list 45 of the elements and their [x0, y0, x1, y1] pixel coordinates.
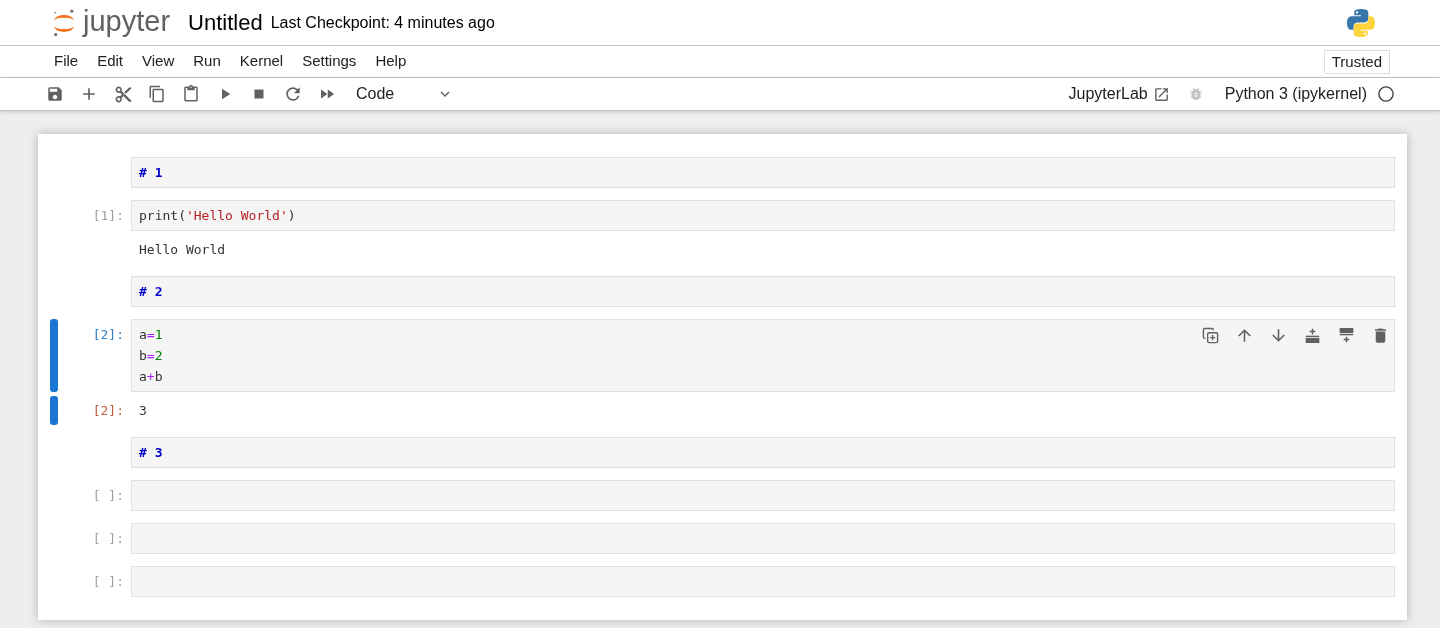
code-input[interactable] [131, 480, 1395, 511]
input-prompt: [ ]: [92, 530, 124, 548]
python-logo-icon [1347, 8, 1375, 37]
markdown-editor[interactable]: # 1 [131, 157, 1395, 188]
code-line: a=1 [139, 326, 163, 344]
menu-item[interactable]: Edit [89, 47, 132, 76]
code-line: a+b [139, 368, 163, 386]
menu-item[interactable]: Settings [294, 47, 365, 76]
copy-icon [148, 85, 166, 103]
cell-type-dropdown[interactable]: Code [348, 81, 460, 107]
code-line: print('Hello World') [139, 207, 296, 225]
markdown-editor[interactable]: # 2 [131, 276, 1395, 307]
code-editor[interactable]: print('Hello World') [131, 200, 1395, 231]
input-prompt: [ ]: [92, 487, 124, 505]
menu-item[interactable]: Kernel [231, 47, 292, 76]
input-prompt: [1]: [92, 207, 124, 225]
input-prompt: [ ]: [92, 573, 124, 591]
markdown-editor[interactable]: # 3 [131, 437, 1395, 468]
clipboard-icon [182, 85, 200, 103]
insert-below-icon [1338, 327, 1354, 343]
output-text: 3 [139, 402, 147, 420]
notebook-title[interactable]: Untitled [188, 8, 263, 37]
kernel-name[interactable]: Python 3 (ipykernel) [1224, 82, 1367, 106]
copy-plus-icon [1201, 326, 1219, 344]
input-prompt: [2]: [92, 326, 124, 344]
output-text: Hello World [139, 241, 226, 259]
menu-item[interactable]: Run [185, 47, 229, 76]
logo-icon [52, 8, 76, 37]
external-link-icon [1152, 85, 1170, 103]
open-in-jupyterlab-link[interactable]: JupyterLab [1068, 82, 1170, 106]
code-editor[interactable]: a=1 b=2 a+b [131, 319, 1395, 392]
output-prompt: [2]: [92, 402, 124, 420]
trusted-indicator[interactable]: Trusted [1323, 49, 1390, 74]
code-input[interactable] [131, 523, 1395, 554]
scissors-icon [113, 84, 133, 104]
menu-item[interactable]: Help [367, 47, 415, 76]
code-input[interactable] [131, 566, 1395, 597]
app-name: jupyter [83, 4, 171, 39]
checkpoint-status: Last Checkpoint: 4 minutes ago [270, 13, 495, 33]
menu-item[interactable]: File [46, 47, 87, 76]
save-icon [46, 85, 64, 103]
insert-above-icon [1304, 327, 1320, 343]
code-line: b=2 [139, 347, 163, 365]
restart-icon [283, 84, 303, 104]
menu-item[interactable]: View [134, 47, 183, 76]
